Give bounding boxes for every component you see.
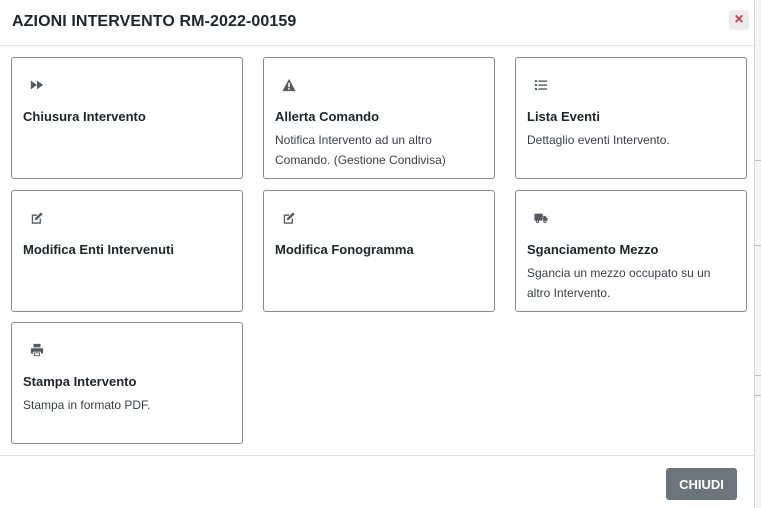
background-edge-mark: [755, 245, 761, 246]
card-stampa-intervento[interactable]: Stampa Intervento Stampa in formato PDF.: [11, 322, 243, 444]
card-description: Notifica Intervento ad un altro Comando.…: [275, 133, 446, 167]
card-title: Chiusura Intervento: [23, 109, 146, 124]
modal-footer: CHIUDI: [0, 455, 754, 508]
card-modifica-fonogramma[interactable]: Modifica Fonogramma: [263, 190, 495, 312]
card-allerta-comando[interactable]: Allerta Comando Notifica Intervento ad u…: [263, 57, 495, 179]
card-title: Stampa Intervento: [23, 374, 137, 389]
truck-icon: [533, 210, 549, 226]
background-edge-mark: [755, 375, 761, 376]
background-edge-mark: [755, 160, 761, 161]
card-title: Allerta Comando: [275, 109, 380, 124]
card-description: Sgancia un mezzo occupato su un altro In…: [527, 266, 711, 300]
edit-icon: [281, 210, 297, 226]
list-icon: [533, 77, 549, 93]
card-description: Dettaglio eventi Intervento.: [527, 133, 670, 147]
warning-icon: [281, 77, 297, 93]
edit-icon: [29, 210, 45, 226]
card-title: Modifica Fonogramma: [275, 242, 414, 257]
card-chiusura-intervento[interactable]: Chiusura Intervento: [11, 57, 243, 179]
modal-header: AZIONI INTERVENTO RM-2022-00159 ×: [0, 0, 754, 46]
card-modifica-enti-intervenuti[interactable]: Modifica Enti Intervenuti: [11, 190, 243, 312]
background-edge-mark: [755, 395, 761, 396]
card-title: Modifica Enti Intervenuti: [23, 242, 174, 257]
azioni-intervento-modal: AZIONI INTERVENTO RM-2022-00159 × Chiusu…: [0, 0, 755, 508]
card-sganciamento-mezzo[interactable]: Sganciamento Mezzo Sgancia un mezzo occu…: [515, 190, 747, 312]
card-title: Lista Eventi: [527, 109, 600, 124]
close-button[interactable]: ×: [729, 10, 749, 30]
modal-title: AZIONI INTERVENTO RM-2022-00159: [12, 13, 297, 30]
forward-icon: [29, 77, 45, 93]
card-lista-eventi[interactable]: Lista Eventi Dettaglio eventi Intervento…: [515, 57, 747, 179]
card-title: Sganciamento Mezzo: [527, 242, 659, 257]
chiudi-button[interactable]: CHIUDI: [666, 468, 737, 500]
print-icon: [29, 342, 45, 358]
card-description: Stampa in formato PDF.: [23, 398, 151, 412]
background-edge: [755, 0, 761, 508]
